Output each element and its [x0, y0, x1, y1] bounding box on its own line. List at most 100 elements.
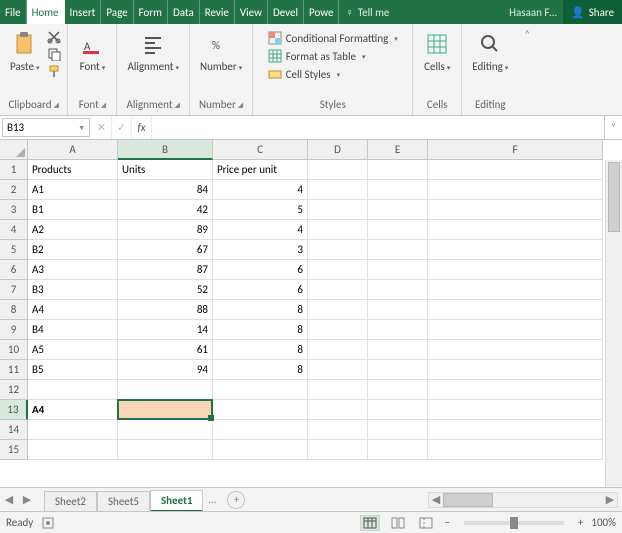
add-sheet-button[interactable]: +	[227, 491, 245, 509]
cell[interactable]: 94	[118, 360, 213, 380]
cell[interactable]	[213, 400, 308, 420]
cell[interactable]: A4	[28, 400, 118, 420]
cell[interactable]	[428, 380, 603, 400]
collapse-ribbon-icon[interactable]: ˄	[518, 24, 536, 115]
cell[interactable]	[428, 340, 603, 360]
cell[interactable]: 84	[118, 180, 213, 200]
scroll-right-icon[interactable]: ▶	[603, 493, 617, 506]
sheet-tab[interactable]: Sheet5	[97, 491, 150, 511]
cell[interactable]	[308, 360, 368, 380]
editing-button[interactable]: Editing	[468, 28, 512, 75]
cell[interactable]	[428, 400, 603, 420]
copy-icon[interactable]	[47, 47, 61, 61]
macro-record-icon[interactable]	[41, 516, 55, 530]
tab-review[interactable]: Revie	[200, 0, 235, 24]
enter-formula-icon[interactable]: ✓	[112, 116, 132, 139]
cell[interactable]: 8	[213, 340, 308, 360]
cells-button[interactable]: Cells	[419, 28, 455, 75]
cell[interactable]: B5	[28, 360, 118, 380]
cell[interactable]	[308, 160, 368, 180]
cell[interactable]	[308, 260, 368, 280]
cell-styles-button[interactable]: Cell Styles	[266, 66, 342, 82]
cell[interactable]: A1	[28, 180, 118, 200]
zoom-level[interactable]: 100%	[591, 516, 616, 529]
row-header[interactable]: 10	[0, 340, 28, 360]
cell[interactable]: 88	[118, 300, 213, 320]
cell[interactable]	[308, 420, 368, 440]
cell[interactable]	[213, 440, 308, 460]
cell[interactable]: 4	[213, 180, 308, 200]
cell[interactable]	[368, 360, 428, 380]
cell[interactable]: B1	[28, 200, 118, 220]
row-header[interactable]: 2	[0, 180, 28, 200]
cell[interactable]	[308, 240, 368, 260]
row-header[interactable]: 4	[0, 220, 28, 240]
cell[interactable]	[368, 320, 428, 340]
page-break-view-icon[interactable]	[416, 515, 436, 531]
dialog-launcher-icon[interactable]: ◢	[238, 100, 243, 109]
cell[interactable]: 42	[118, 200, 213, 220]
cell[interactable]	[213, 420, 308, 440]
cell[interactable]	[308, 380, 368, 400]
format-as-table-button[interactable]: Format as Table	[266, 48, 368, 64]
font-button[interactable]: A Font	[74, 28, 110, 75]
cell[interactable]: Price per unit	[213, 160, 308, 180]
column-header[interactable]: E	[368, 140, 428, 160]
cell[interactable]	[368, 220, 428, 240]
horizontal-scrollbar[interactable]: ◀ ▶	[428, 492, 618, 508]
user-name[interactable]: Hasaan F…	[503, 0, 563, 24]
cell[interactable]	[428, 260, 603, 280]
fx-icon[interactable]: fx	[132, 116, 152, 139]
page-layout-view-icon[interactable]	[388, 515, 408, 531]
cell[interactable]	[428, 220, 603, 240]
cell[interactable]: B3	[28, 280, 118, 300]
tab-file[interactable]: File	[0, 0, 27, 24]
format-painter-icon[interactable]	[47, 64, 61, 78]
tab-form[interactable]: Form	[134, 0, 168, 24]
tab-power[interactable]: Powe	[304, 0, 339, 24]
select-all-corner[interactable]	[0, 140, 28, 160]
cell[interactable]	[368, 380, 428, 400]
cell[interactable]	[428, 280, 603, 300]
number-button[interactable]: % Number	[196, 28, 246, 75]
cell[interactable]	[368, 160, 428, 180]
zoom-out-button[interactable]: −	[444, 516, 449, 529]
cell[interactable]	[428, 240, 603, 260]
expand-formula-bar-icon[interactable]: ˅	[604, 116, 622, 139]
row-header[interactable]: 13	[0, 400, 28, 420]
sheet-overflow-icon[interactable]: …	[203, 493, 221, 506]
cell[interactable]	[428, 200, 603, 220]
cell[interactable]: 61	[118, 340, 213, 360]
cell[interactable]: 8	[213, 360, 308, 380]
row-header[interactable]: 14	[0, 420, 28, 440]
row-header[interactable]: 15	[0, 440, 28, 460]
cell[interactable]	[213, 380, 308, 400]
cell[interactable]	[28, 380, 118, 400]
row-header[interactable]: 9	[0, 320, 28, 340]
vertical-scrollbar[interactable]	[605, 160, 622, 487]
column-header[interactable]: B	[118, 140, 213, 160]
tab-view[interactable]: View	[235, 0, 268, 24]
tab-data[interactable]: Data	[168, 0, 200, 24]
column-header[interactable]: D	[308, 140, 368, 160]
cell[interactable]	[308, 320, 368, 340]
row-header[interactable]: 8	[0, 300, 28, 320]
cell[interactable]: Units	[118, 160, 213, 180]
cell[interactable]	[368, 240, 428, 260]
cell[interactable]: 67	[118, 240, 213, 260]
zoom-knob[interactable]	[510, 517, 518, 529]
cell[interactable]	[118, 380, 213, 400]
cell[interactable]	[428, 420, 603, 440]
alignment-button[interactable]: Alignment	[123, 28, 183, 75]
cell[interactable]: 8	[213, 320, 308, 340]
zoom-in-button[interactable]: +	[578, 516, 583, 529]
paste-button[interactable]: Paste	[6, 28, 43, 75]
column-header[interactable]: F	[428, 140, 603, 160]
row-header[interactable]: 11	[0, 360, 28, 380]
column-header[interactable]: A	[28, 140, 118, 160]
cell[interactable]	[118, 440, 213, 460]
dialog-launcher-icon[interactable]: ◢	[101, 100, 106, 109]
cell[interactable]	[28, 440, 118, 460]
cell[interactable]	[428, 300, 603, 320]
cell[interactable]: 6	[213, 260, 308, 280]
